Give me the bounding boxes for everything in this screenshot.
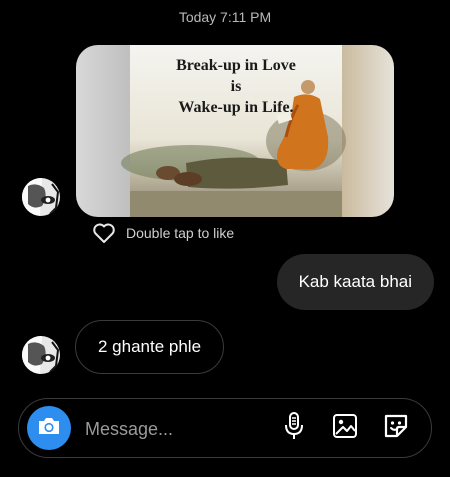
outgoing-message[interactable]: Kab kaata bhai xyxy=(276,254,434,310)
sticker-icon xyxy=(382,412,410,445)
image-message[interactable]: Break-up in Love is Wake-up in Life. xyxy=(76,45,394,217)
caption-line-1: Break-up in Love xyxy=(176,57,296,74)
image-caption: Break-up in Love is Wake-up in Life. xyxy=(130,55,342,118)
message-composer xyxy=(18,398,432,458)
message-input[interactable] xyxy=(83,411,267,447)
camera-button[interactable] xyxy=(27,406,71,450)
microphone-button[interactable] xyxy=(279,411,309,445)
camera-icon xyxy=(37,416,61,441)
heart-icon[interactable] xyxy=(92,222,116,244)
gallery-icon xyxy=(332,413,358,444)
incoming-message[interactable]: 2 ghante phle xyxy=(75,320,225,374)
sticker-button[interactable] xyxy=(381,413,411,443)
caption-line-2: is xyxy=(230,78,242,95)
gallery-button[interactable] xyxy=(330,413,360,443)
caption-line-3: Wake-up in Life. xyxy=(178,99,294,116)
microphone-icon xyxy=(284,411,304,445)
sender-avatar[interactable] xyxy=(22,178,60,216)
sender-avatar[interactable] xyxy=(22,336,60,374)
like-hint: Double tap to like xyxy=(126,225,235,241)
thread-timestamp: Today 7:11 PM xyxy=(178,9,272,25)
like-row[interactable]: Double tap to like xyxy=(92,222,234,244)
